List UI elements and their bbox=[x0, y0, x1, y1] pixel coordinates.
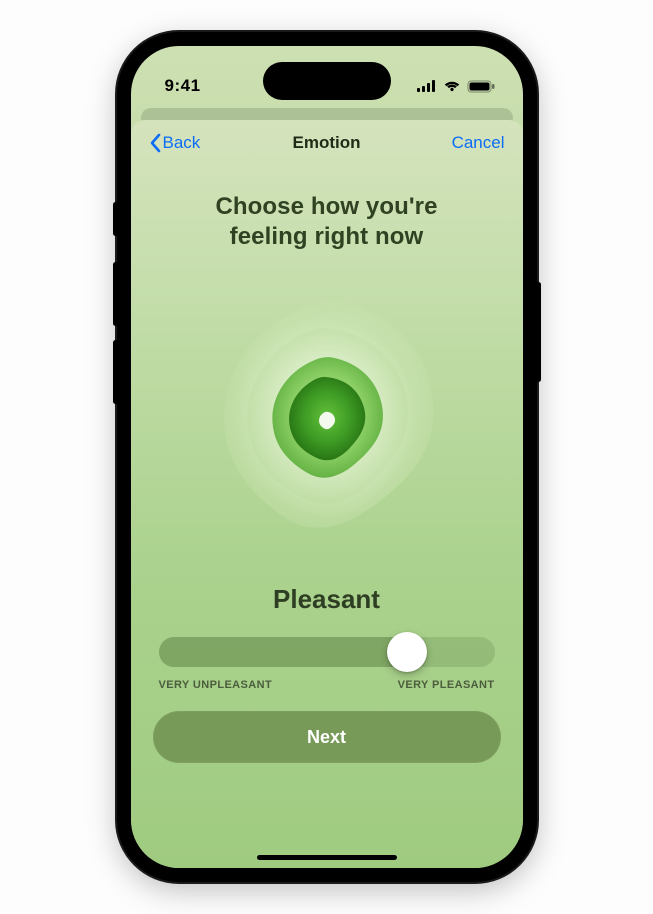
page-headline: Choose how you're feeling right now bbox=[131, 192, 523, 252]
cellular-icon bbox=[417, 80, 437, 92]
side-button-silence bbox=[113, 202, 118, 236]
back-label: Back bbox=[163, 133, 201, 153]
side-button-vol-up bbox=[113, 262, 118, 326]
emotion-label: Pleasant bbox=[131, 584, 523, 615]
slider-min-label: VERY UNPLEASANT bbox=[159, 679, 273, 691]
nav-bar: Back Emotion Cancel bbox=[131, 120, 523, 166]
back-button[interactable]: Back bbox=[149, 133, 201, 153]
device-frame: 9:41 bbox=[117, 32, 537, 882]
next-label: Next bbox=[307, 727, 346, 748]
dynamic-island bbox=[263, 62, 391, 100]
slider-fill bbox=[159, 637, 408, 667]
side-button-vol-down bbox=[113, 340, 118, 404]
cancel-button[interactable]: Cancel bbox=[452, 133, 505, 153]
slider-max-label: VERY PLEASANT bbox=[398, 679, 495, 691]
emotion-graphic bbox=[182, 276, 472, 566]
emotion-slider[interactable] bbox=[159, 633, 495, 671]
emotion-sheet: Back Emotion Cancel Choose how you're fe… bbox=[131, 120, 523, 868]
side-button-power bbox=[536, 282, 541, 382]
screen: 9:41 bbox=[131, 46, 523, 868]
wifi-icon bbox=[443, 80, 461, 92]
home-indicator[interactable] bbox=[257, 855, 397, 860]
slider-thumb[interactable] bbox=[387, 632, 427, 672]
chevron-left-icon bbox=[149, 133, 161, 153]
next-button[interactable]: Next bbox=[153, 711, 501, 763]
battery-icon bbox=[467, 80, 495, 93]
slider-labels: VERY UNPLEASANT VERY PLEASANT bbox=[159, 679, 495, 691]
status-time: 9:41 bbox=[165, 76, 201, 96]
